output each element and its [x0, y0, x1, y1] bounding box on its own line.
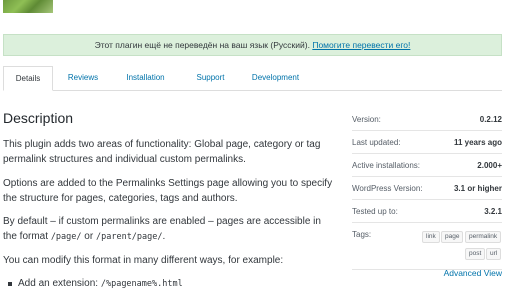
plugin-banner-image [3, 0, 53, 13]
meta-value: 3.1 or higher [453, 184, 502, 193]
p3-end: . [162, 231, 166, 242]
list-item: Add an extension: /%pagename%.html [8, 277, 183, 291]
description-paragraph-3: By default – if custom permalinks are en… [3, 214, 333, 245]
meta-tested-up-to: Tested up to: 3.2.1 [352, 200, 502, 223]
meta-label: WordPress Version: [352, 184, 423, 193]
meta-value: 11 years ago [453, 138, 502, 147]
bullet-text: Add an extension: [18, 278, 101, 289]
meta-label: Last updated: [352, 138, 401, 147]
meta-wordpress-version: WordPress Version: 3.1 or higher [352, 177, 502, 200]
meta-version: Version: 0.2.12 [352, 108, 502, 131]
tab-details[interactable]: Details [3, 66, 53, 91]
advanced-view-link[interactable]: Advanced View [444, 268, 502, 278]
description-paragraph-2: Options are added to the Permalinks Sett… [3, 178, 333, 204]
meta-label: Version: [352, 115, 381, 124]
plugin-tabs: Details Reviews Installation Support Dev… [3, 66, 502, 91]
meta-value: 3.2.1 [484, 207, 502, 216]
tag-post[interactable]: post [465, 248, 486, 260]
tag-permalink[interactable]: permalink [465, 231, 502, 243]
meta-label: Tested up to: [352, 207, 398, 216]
tag-page[interactable]: page [441, 231, 464, 243]
meta-last-updated: Last updated: 11 years ago [352, 131, 502, 154]
meta-value: 0.2.12 [479, 115, 502, 124]
meta-label: Tags: [352, 230, 372, 239]
p3-code-page: /page/ [50, 232, 82, 242]
description-paragraph-1: This plugin adds two areas of functional… [3, 139, 321, 165]
tab-reviews[interactable]: Reviews [58, 66, 108, 90]
bullet-code: /%pagename%.html [100, 279, 183, 289]
p3-or: or [81, 231, 96, 242]
description-section: Description [3, 108, 333, 128]
tag-url[interactable]: url [486, 248, 502, 260]
tab-support[interactable]: Support [188, 66, 233, 90]
description-heading: Description [3, 110, 74, 126]
description-paragraph-4: You can modify this format in many diffe… [3, 255, 284, 266]
help-translate-link[interactable]: Помогите перевести его! [312, 40, 410, 50]
meta-value: 2.000+ [477, 161, 502, 170]
meta-tags: Tags: link page permalink post url [352, 223, 502, 270]
plugin-meta-sidebar: Version: 0.2.12 Last updated: 11 years a… [352, 108, 502, 278]
tab-installation[interactable]: Installation [118, 66, 173, 90]
p3-code-parent-page: /parent/page/ [95, 232, 163, 242]
tab-development[interactable]: Development [248, 66, 303, 90]
meta-active-installs: Active installations: 2.000+ [352, 154, 502, 177]
translation-notice: Этот плагин ещё не переведён на ваш язык… [3, 34, 502, 56]
meta-label: Active installations: [352, 161, 421, 170]
tag-link[interactable]: link [422, 231, 440, 243]
notice-text: Этот плагин ещё не переведён на ваш язык… [94, 40, 310, 50]
